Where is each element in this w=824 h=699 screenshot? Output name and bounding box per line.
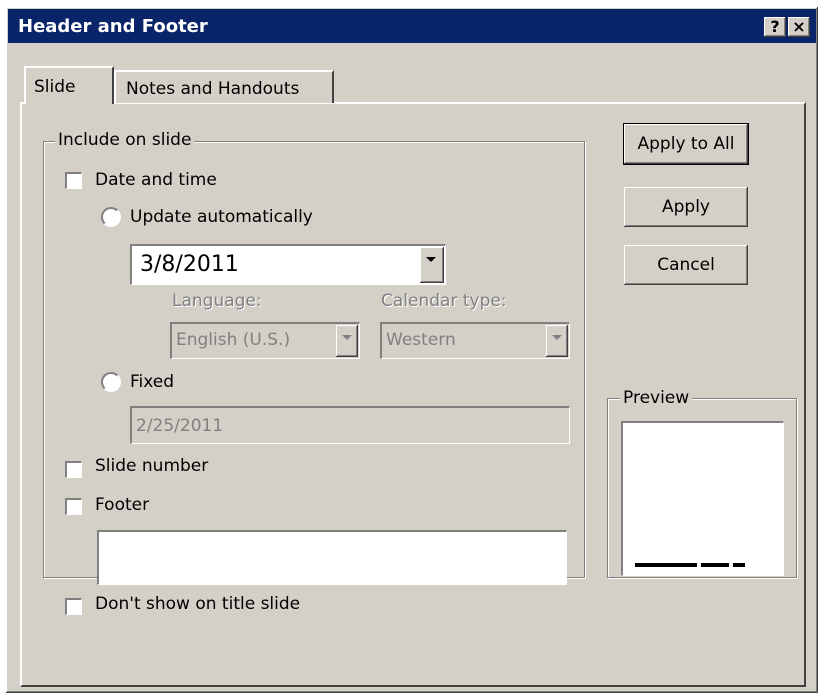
language-select[interactable]: English (U.S.): [170, 322, 360, 359]
apply-to-all-button[interactable]: Apply to All: [623, 123, 749, 165]
calendar-type-value: Western: [386, 330, 456, 350]
date-time-label: Date and time: [95, 170, 217, 190]
date-format-select[interactable]: 3/8/2011: [130, 244, 446, 285]
footer-text-input[interactable]: [97, 530, 567, 585]
cancel-button[interactable]: Cancel: [624, 245, 748, 285]
preview-footer-placeholder: [701, 563, 729, 567]
fixed-radio[interactable]: [101, 372, 121, 392]
close-button[interactable]: ×: [788, 17, 810, 37]
fixed-label: Fixed: [130, 372, 175, 392]
slide-number-checkbox[interactable]: [65, 461, 82, 478]
fixed-date-value: 2/25/2011: [136, 416, 224, 436]
preview-legend: Preview: [620, 388, 693, 408]
calendar-type-select[interactable]: Western: [380, 322, 570, 359]
update-automatically-label: Update automatically: [130, 207, 313, 227]
language-label: Language:: [172, 291, 262, 311]
update-automatically-radio[interactable]: [101, 207, 121, 227]
chevron-down-icon[interactable]: [420, 247, 444, 283]
preview-number-placeholder: [733, 563, 745, 567]
tab-notes-handouts[interactable]: Notes and Handouts: [114, 70, 334, 103]
help-button[interactable]: ?: [764, 17, 786, 37]
dont-show-title-checkbox[interactable]: [65, 598, 82, 615]
footer-label: Footer: [95, 495, 150, 515]
dont-show-title-label: Don't show on title slide: [95, 594, 301, 614]
window-title: Header and Footer: [18, 16, 208, 37]
title-bar[interactable]: Header and Footer ? ×: [8, 9, 816, 43]
include-on-slide-legend: Include on slide: [55, 130, 195, 150]
tab-slide-label: Slide: [34, 77, 76, 97]
date-format-value: 3/8/2011: [140, 252, 239, 277]
tab-notes-label: Notes and Handouts: [126, 79, 300, 99]
chevron-down-icon[interactable]: [546, 325, 568, 357]
chevron-down-icon[interactable]: [336, 325, 358, 357]
slide-number-label: Slide number: [95, 456, 209, 476]
date-time-checkbox[interactable]: [65, 172, 82, 189]
fixed-date-input[interactable]: 2/25/2011: [130, 406, 570, 444]
calendar-type-label: Calendar type:: [381, 291, 507, 311]
footer-checkbox[interactable]: [65, 498, 82, 515]
preview-thumbnail: [621, 421, 784, 576]
tab-slide[interactable]: Slide: [24, 66, 114, 104]
language-value: English (U.S.): [176, 330, 291, 350]
apply-button[interactable]: Apply: [624, 187, 748, 227]
preview-date-placeholder: [635, 563, 697, 567]
